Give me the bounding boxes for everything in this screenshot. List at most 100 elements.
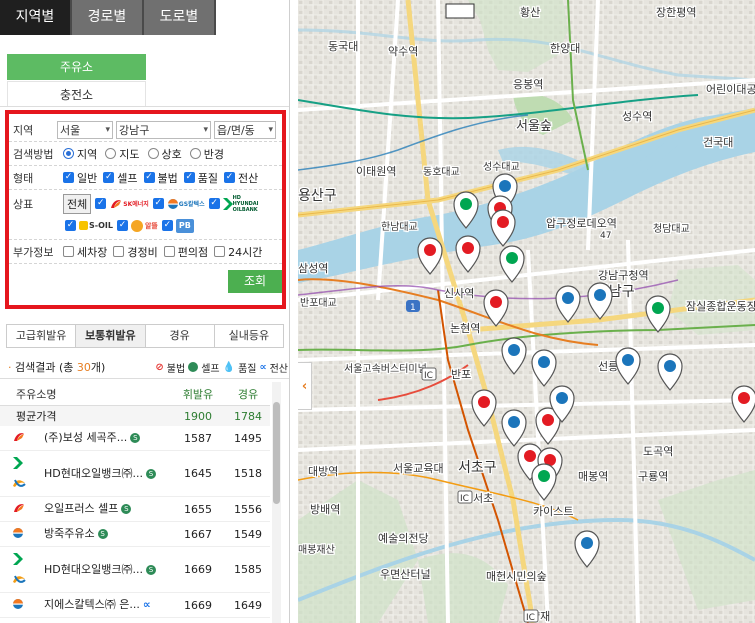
type-illegal-checkbox[interactable]: ✓ 불법 (143, 170, 178, 186)
average-diesel: 1784 (234, 409, 262, 423)
table-row[interactable]: HD현대오일뱅크㈜... S 1645 1518 (0, 451, 270, 497)
map-label: 47 (600, 231, 611, 241)
extra-repair-checkbox[interactable]: 경정비 (113, 244, 158, 260)
scroll-thumb[interactable] (273, 402, 280, 504)
dong-select[interactable]: 읍/면/동 ▾ (214, 120, 276, 139)
extra-24h-checkbox[interactable]: 24시간 (214, 244, 262, 260)
map-label: 잠실종합운동장 (686, 300, 755, 313)
brand-sk-checkbox[interactable]: ✓ (95, 198, 107, 209)
table-row[interactable]: 오일프러스 셀프 S 1655 1556 (0, 497, 270, 522)
tab-premium-gasoline[interactable]: 고급휘발유 (7, 325, 77, 347)
map-label: 황산 (520, 6, 540, 19)
map-view[interactable]: 인왕 황산 장한평역 동국대 약수역 한양대 어린이대공 응봉역 서울숲 성수역… (298, 0, 755, 623)
list-scrollbar[interactable] (272, 382, 281, 623)
tab-kerosene[interactable]: 실내등유 (214, 325, 283, 347)
method-name-radio[interactable]: 상호 (147, 146, 182, 162)
diesel-price: 1649 (234, 598, 262, 612)
col-diesel[interactable]: 경유 (226, 386, 270, 402)
tab-region[interactable]: 지역별 (0, 0, 72, 35)
map-label: 우면산터널 (380, 568, 431, 581)
type-computer-checkbox[interactable]: ✓ 전산 (224, 170, 258, 186)
chevron-down-icon: ▾ (203, 124, 208, 135)
brand-all-button[interactable]: 전체 (63, 193, 92, 214)
method-region-radio[interactable]: 지역 (63, 146, 97, 162)
map-label: 응봉역 (513, 78, 543, 91)
method-map-radio[interactable]: 지도 (105, 146, 140, 162)
collapse-panel-button[interactable]: ‹ (298, 362, 312, 410)
map-label: 신사역 (444, 287, 474, 300)
self-service-icon: S (145, 564, 156, 575)
brand-altteul-checkbox[interactable]: ✓ (116, 220, 128, 231)
self-icon (188, 362, 199, 372)
result-count: · 검색결과 (총 30개) (8, 361, 106, 374)
chevron-down-icon: ▾ (105, 124, 110, 135)
average-row: 평균가격 1900 1784 (0, 406, 270, 426)
map-label: 삼성역 (298, 262, 328, 275)
charging-station-tab[interactable]: 충전소 (7, 81, 146, 107)
method-radius-radio[interactable]: 반경 (189, 146, 224, 162)
sido-select[interactable]: 서울 ▾ (57, 120, 113, 139)
map-label: 청담대교 (653, 223, 690, 235)
brand-hd-checkbox[interactable]: ✓ (208, 198, 220, 209)
method-row: 검색방법 지역 지도 상호 반경 (9, 142, 282, 166)
table-row[interactable]: HD현대오일뱅크㈜... S 1669 1585 (0, 547, 270, 593)
col-gasoline[interactable]: 휘발유 (170, 386, 226, 402)
self-service-icon: S (145, 468, 156, 479)
tab-regular-gasoline[interactable]: 보통휘발유 (76, 325, 146, 347)
gas-station-tab[interactable]: 주유소 (7, 54, 146, 80)
map-label: 반포대교 (300, 297, 337, 309)
gasoline-price: 1655 (184, 502, 212, 516)
hd-logo-icon: HD HYUNDAI OILBANK (222, 195, 261, 213)
table-row[interactable]: 방죽주유소 S 1667 1549 (0, 522, 270, 547)
col-station-name: 주유소명 (16, 387, 57, 401)
tab-diesel[interactable]: 경유 (145, 325, 215, 347)
table-row[interactable]: (주)보성 세곡주... S 1587 1495 (0, 426, 270, 451)
brand-soil-checkbox[interactable]: ✓ (65, 220, 76, 231)
gasoline-price: 1587 (184, 431, 212, 445)
sigungu-select[interactable]: 강남구 ▾ (116, 120, 211, 139)
brand-row: 상표 전체 ✓ SK에너지 ✓ GS칼텍스 ✓ HD HYUNDAI OILBA… (9, 190, 282, 240)
map-label: 강남구청역 (598, 269, 649, 282)
fuel-type-tabs: 고급휘발유 보통휘발유 경유 실내등유 (6, 324, 284, 348)
gs-logo-icon (12, 598, 24, 613)
station-name[interactable]: 방죽주유소 S (0, 526, 170, 542)
average-gasoline: 1900 (184, 409, 212, 423)
map-label: 약수역 (388, 44, 418, 58)
search-mode-tabs: 지역별 경로별 도로별 (0, 0, 289, 35)
illegal-icon: ⊘ (155, 361, 164, 373)
map-label: 서울교육대 (393, 462, 444, 475)
brand-pb-checkbox[interactable]: ✓ (161, 220, 173, 231)
extra-store-checkbox[interactable]: 편의점 (163, 244, 208, 260)
diesel-price: 1556 (234, 502, 262, 516)
station-name[interactable]: 지에스칼텍스㈜ 은... ∝ (0, 597, 170, 613)
type-general-checkbox[interactable]: ✓ 일반 (63, 170, 97, 186)
map-label: 매봉재산 (298, 544, 335, 556)
map-label: 서초 (473, 492, 493, 505)
gs-logo-icon: GS칼텍스 (167, 196, 205, 212)
map-label: 성수대교 (483, 161, 520, 173)
brand-gs-checkbox[interactable]: ✓ (152, 198, 164, 209)
self-service-icon: S (130, 433, 141, 443)
tab-route[interactable]: 경로별 (72, 0, 144, 35)
tab-road[interactable]: 도로별 (144, 0, 216, 35)
map-label: 카이스트 (533, 505, 573, 518)
extra-carwash-checkbox[interactable]: 세차장 (63, 244, 107, 260)
map-label: 예술의전당 (378, 532, 429, 545)
search-button[interactable]: 조회 (228, 270, 282, 293)
gs-logo-icon (12, 527, 24, 542)
type-label: 형태 (13, 171, 34, 185)
type-quality-checkbox[interactable]: ✓ 품질 (183, 170, 218, 186)
table-row[interactable]: 지에스칼텍스㈜ 은... ∝ 1669 1649 (0, 593, 270, 618)
result-summary: · 검색결과 (총 30개) ⊘ 불법 셀프 💧 품질 ∝ 전산 (8, 359, 288, 375)
map-label: 장한평역 (656, 6, 696, 19)
type-self-checkbox[interactable]: ✓ 셀프 (103, 170, 138, 186)
map-label: IC (526, 613, 535, 623)
chevron-down-icon: ▾ (268, 124, 273, 135)
map-label: 용산구 (298, 188, 337, 204)
map-label: 논현역 (450, 322, 480, 335)
map-label: IC (460, 494, 469, 504)
map-label: 어린이대공 (706, 83, 755, 96)
map-canvas[interactable]: 인왕 황산 장한평역 동국대 약수역 한양대 어린이대공 응봉역 서울숲 성수역… (298, 0, 755, 623)
search-filter-box: 지역 서울 ▾ 강남구 ▾ 읍/면/동 ▾ 검색방법 지역 지도 상호 반경 형태 ✓… (5, 110, 286, 309)
side-panel: 지역별 경로별 도로별 주유소 충전소 지역 서울 ▾ 강남구 ▾ 읍/면/동 ▾ 검… (0, 0, 290, 623)
